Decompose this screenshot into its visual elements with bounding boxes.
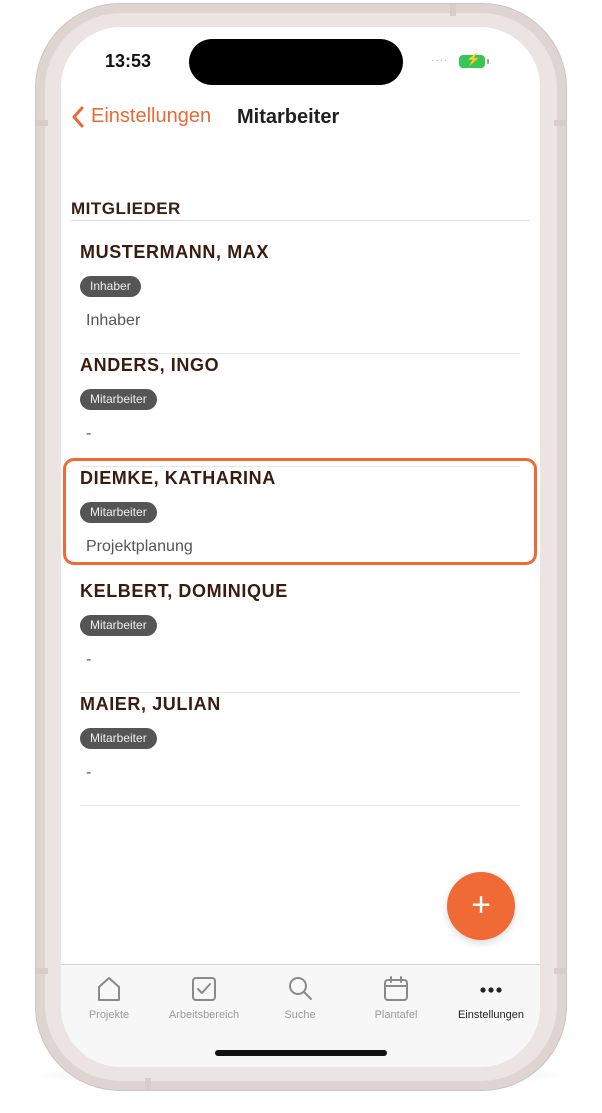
row-divider	[80, 805, 520, 806]
page-title: Mitarbeiter	[237, 106, 340, 128]
charging-bolt-icon: ⚡	[466, 52, 481, 66]
chevron-left-icon	[72, 106, 84, 127]
tab-label: Projekte	[88, 1009, 130, 1021]
member-description: Inhaber	[86, 312, 141, 329]
more-dots-icon	[480, 987, 502, 993]
member-row[interactable]: Maier, Julian Mitarbeiter -	[80, 694, 520, 806]
calendar-icon	[384, 976, 408, 1001]
add-member-button[interactable]: +	[447, 872, 515, 940]
tab-bar: Projekte Arbeitsbereich Suche Plantafel	[61, 964, 540, 1067]
member-row[interactable]: Kelbert, Dominique Mitarbeiter -	[80, 581, 520, 693]
tab-arbeitsbereich[interactable]: Arbeitsbereich	[164, 965, 244, 1035]
dynamic-island	[189, 39, 403, 85]
antenna-band	[554, 968, 566, 974]
back-label: Einstellungen	[91, 105, 212, 127]
search-icon	[289, 977, 312, 1000]
app-screen: 13:53 ···· ⚡ Einstellungen Mitarbeiter M…	[61, 27, 540, 1067]
antenna-band	[554, 120, 566, 126]
tab-projekte[interactable]: Projekte	[69, 965, 149, 1035]
tab-label: Suche	[284, 1009, 316, 1021]
tab-suche[interactable]: Suche	[260, 965, 340, 1035]
member-name: Maier, Julian	[80, 694, 221, 714]
role-badge: Inhaber	[80, 276, 141, 297]
member-description: -	[86, 425, 92, 442]
member-row[interactable]: Mustermann, Max Inhaber Inhaber	[80, 242, 520, 354]
plus-icon: +	[471, 886, 491, 924]
member-description: -	[86, 764, 92, 781]
signal-icon: ····	[431, 55, 449, 66]
member-name: Kelbert, Dominique	[80, 581, 288, 601]
tab-label: Arbeitsbereich	[168, 1009, 240, 1021]
status-time: 13:53	[105, 51, 152, 71]
member-name: Mustermann, Max	[80, 242, 269, 262]
antenna-band	[36, 968, 48, 974]
battery-tip	[487, 59, 489, 64]
tab-label: Plantafel	[374, 1009, 418, 1021]
member-name: Anders, Ingo	[80, 355, 220, 375]
member-description: -	[86, 651, 92, 668]
role-badge: Mitarbeiter	[80, 615, 157, 636]
antenna-band	[450, 4, 456, 16]
section-divider	[71, 220, 530, 221]
back-button[interactable]: Einstellungen	[71, 105, 211, 128]
antenna-band	[36, 120, 48, 126]
role-badge: Mitarbeiter	[80, 389, 157, 410]
role-badge: Mitarbeiter	[80, 728, 157, 749]
house-icon	[98, 977, 120, 1001]
tab-plantafel[interactable]: Plantafel	[356, 965, 436, 1035]
antenna-band	[145, 1078, 151, 1090]
highlight-frame	[63, 458, 537, 565]
member-row[interactable]: Anders, Ingo Mitarbeiter -	[80, 355, 520, 467]
row-divider	[80, 692, 520, 693]
tab-einstellungen[interactable]: Einstellungen	[451, 965, 531, 1035]
tab-label: Einstellungen	[457, 1009, 525, 1021]
home-indicator	[215, 1050, 387, 1056]
section-header: Mitglieder	[71, 199, 181, 218]
checkbox-icon	[192, 977, 216, 1001]
row-divider	[80, 353, 520, 354]
